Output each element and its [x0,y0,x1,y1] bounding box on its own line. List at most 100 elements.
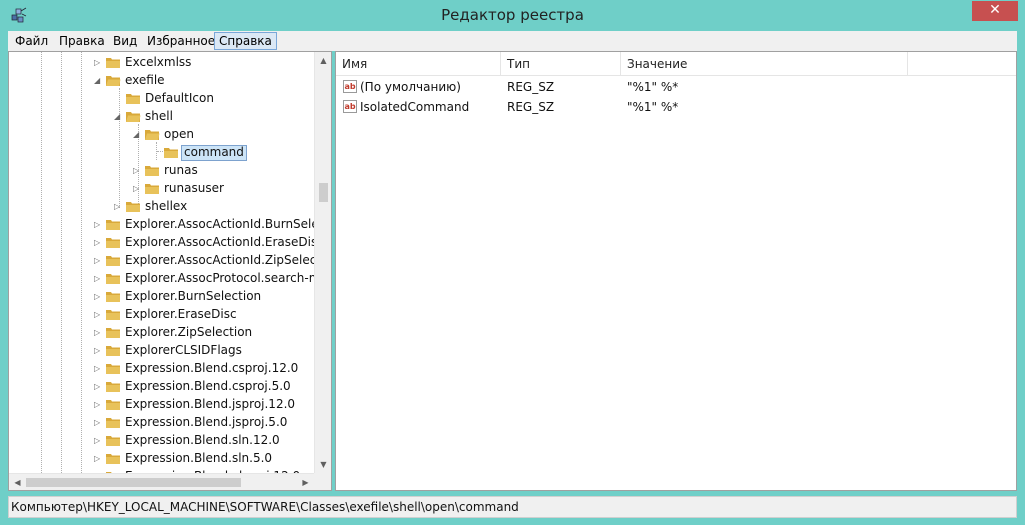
vertical-scroll-thumb[interactable] [319,183,328,202]
menu-favorites[interactable]: Избранное [142,32,220,50]
tree-item[interactable]: ▷ Expression.Blend.csproj.12.0 [9,360,314,378]
expand-arrow-icon[interactable]: ▷ [94,417,104,429]
column-header-type[interactable]: Тип [501,52,621,76]
expand-arrow-icon[interactable]: ▷ [94,57,104,69]
value-name: IsolatedCommand [360,100,470,114]
values-list-pane[interactable]: Имя Тип Значение ab (По умолчанию) REG_S… [335,51,1017,491]
folder-icon [106,400,120,410]
expand-arrow-icon[interactable]: ▷ [94,219,104,231]
folder-icon [106,220,120,230]
scroll-down-icon[interactable]: ▼ [315,456,331,473]
expand-arrow-icon[interactable]: ▷ [94,291,104,303]
expand-arrow-icon[interactable]: ▷ [94,273,104,285]
expand-arrow-icon[interactable]: ▷ [94,435,104,447]
tree-item[interactable]: ▷ Explorer.AssocActionId.EraseDisc [9,234,314,252]
menu-bar: Файл Правка Вид Избранное Справка [8,31,1017,51]
folder-icon [106,274,120,284]
tree-item[interactable]: ▷ Explorer.ZipSelection [9,324,314,342]
value-data: "%1" %* [627,100,679,114]
tree-item[interactable]: ▷ shellex [9,198,314,216]
expand-arrow-icon[interactable]: ▷ [94,381,104,393]
tree-item[interactable]: ▷ Excelxmlss [9,54,314,72]
menu-file[interactable]: Файл [10,32,53,50]
title-bar[interactable]: Редактор реестра ✕ [0,0,1025,31]
expand-arrow-icon[interactable]: ▷ [94,399,104,411]
tree-item-label: runasuser [164,181,224,195]
registry-tree: ▷ Excelxmlss ◢ exefile DefaultIcon ◢ shell ◢ ope… [9,52,314,473]
tree-item[interactable]: ▷ Expression.Blend.jsproj.12.0 [9,396,314,414]
expand-arrow-icon[interactable]: ▷ [114,201,124,213]
tree-item[interactable]: ▷ Explorer.BurnSelection [9,288,314,306]
column-header-value[interactable]: Значение [621,52,908,76]
expand-arrow-icon[interactable]: ▷ [94,255,104,267]
scroll-right-icon[interactable]: ▶ [297,474,314,490]
tree-item[interactable]: ▷ ExplorerCLSIDFlags [9,342,314,360]
value-type: REG_SZ [507,100,555,114]
collapse-arrow-icon[interactable]: ◢ [133,129,143,141]
expand-arrow-icon[interactable]: ▷ [133,183,143,195]
tree-item[interactable]: ▷ Explorer.AssocProtocol.search-ms [9,270,314,288]
tree-item-label: DefaultIcon [145,91,214,105]
close-button[interactable]: ✕ [972,1,1018,21]
value-row[interactable]: ab (По умолчанию) REG_SZ "%1" %* [336,77,1016,97]
collapse-arrow-icon[interactable]: ◢ [94,75,104,87]
tree-item[interactable]: ▷ Explorer.EraseDisc [9,306,314,324]
tree-item[interactable]: ▷ Expression.Blend.csproj.5.0 [9,378,314,396]
folder-icon [106,364,120,374]
folder-icon [145,166,159,176]
folder-icon [126,94,140,104]
tree-item-label: Explorer.AssocActionId.ZipSelection [125,253,314,267]
value-row[interactable]: ab IsolatedCommand REG_SZ "%1" %* [336,97,1016,117]
tree-item[interactable]: ▷ runas [9,162,314,180]
scroll-left-icon[interactable]: ◀ [9,474,26,490]
tree-item[interactable]: ▷ Explorer.AssocActionId.BurnSelection [9,216,314,234]
column-header-name[interactable]: Имя [336,52,501,76]
tree-item[interactable]: ◢ exefile [9,72,314,90]
tree-vertical-scrollbar[interactable]: ▲ ▼ [314,52,331,473]
folder-icon [106,346,120,356]
collapse-arrow-icon[interactable]: ◢ [114,111,124,123]
tree-item[interactable]: ▷ Expression.Blend.sln.12.0 [9,432,314,450]
tree-item-label: Explorer.AssocProtocol.search-ms [125,271,314,285]
expand-arrow-icon[interactable]: ▷ [94,453,104,465]
tree-item[interactable]: command [9,144,314,162]
tree-item-label: shellex [145,199,188,213]
expand-arrow-icon[interactable]: ▷ [94,363,104,375]
menu-edit[interactable]: Правка [54,32,110,50]
tree-item-label: open [164,127,194,141]
tree-item-label: Expression.Blend.csproj.5.0 [125,379,291,393]
tree-item-label: Expression.Blend.sln.5.0 [125,451,273,465]
tree-item[interactable]: DefaultIcon [9,90,314,108]
tree-horizontal-scrollbar[interactable]: ◀ ▶ [9,473,314,490]
registry-tree-pane[interactable]: ▷ Excelxmlss ◢ exefile DefaultIcon ◢ shell ◢ ope… [8,51,332,491]
horizontal-scroll-thumb[interactable] [26,478,241,487]
folder-icon [126,112,141,122]
registry-path: Компьютер\HKEY_LOCAL_MACHINE\SOFTWARE\Cl… [11,500,519,514]
tree-item[interactable]: ◢ open [9,126,314,144]
tree-item-label: Expression.Blend.jsproj.12.0 [125,397,296,411]
tree-item-label: Excelxmlss [125,55,192,69]
tree-item-label: Explorer.BurnSelection [125,289,262,303]
tree-item[interactable]: ▷ Expression.Blend.sln.5.0 [9,450,314,468]
value-type: REG_SZ [507,80,555,94]
folder-icon [106,328,120,338]
expand-arrow-icon[interactable]: ▷ [94,327,104,339]
expand-arrow-icon[interactable]: ▷ [94,237,104,249]
tree-item[interactable]: ▷ Explorer.AssocActionId.ZipSelection [9,252,314,270]
folder-icon [106,256,120,266]
scroll-up-icon[interactable]: ▲ [315,52,331,69]
tree-item-label: shell [145,109,173,123]
value-data: "%1" %* [627,80,679,94]
tree-item-label: Expression.Blend.sln.12.0 [125,433,280,447]
expand-arrow-icon[interactable]: ▷ [94,309,104,321]
tree-item-label: ExplorerCLSIDFlags [125,343,242,357]
tree-item[interactable]: ▷ Expression.Blend.jsproj.5.0 [9,414,314,432]
folder-icon [145,184,159,194]
expand-arrow-icon[interactable]: ▷ [94,345,104,357]
expand-arrow-icon[interactable]: ▷ [133,165,143,177]
tree-item[interactable]: ▷ runasuser [9,180,314,198]
menu-view[interactable]: Вид [108,32,142,50]
menu-help[interactable]: Справка [214,32,277,50]
folder-icon [106,76,121,86]
tree-item[interactable]: ◢ shell [9,108,314,126]
